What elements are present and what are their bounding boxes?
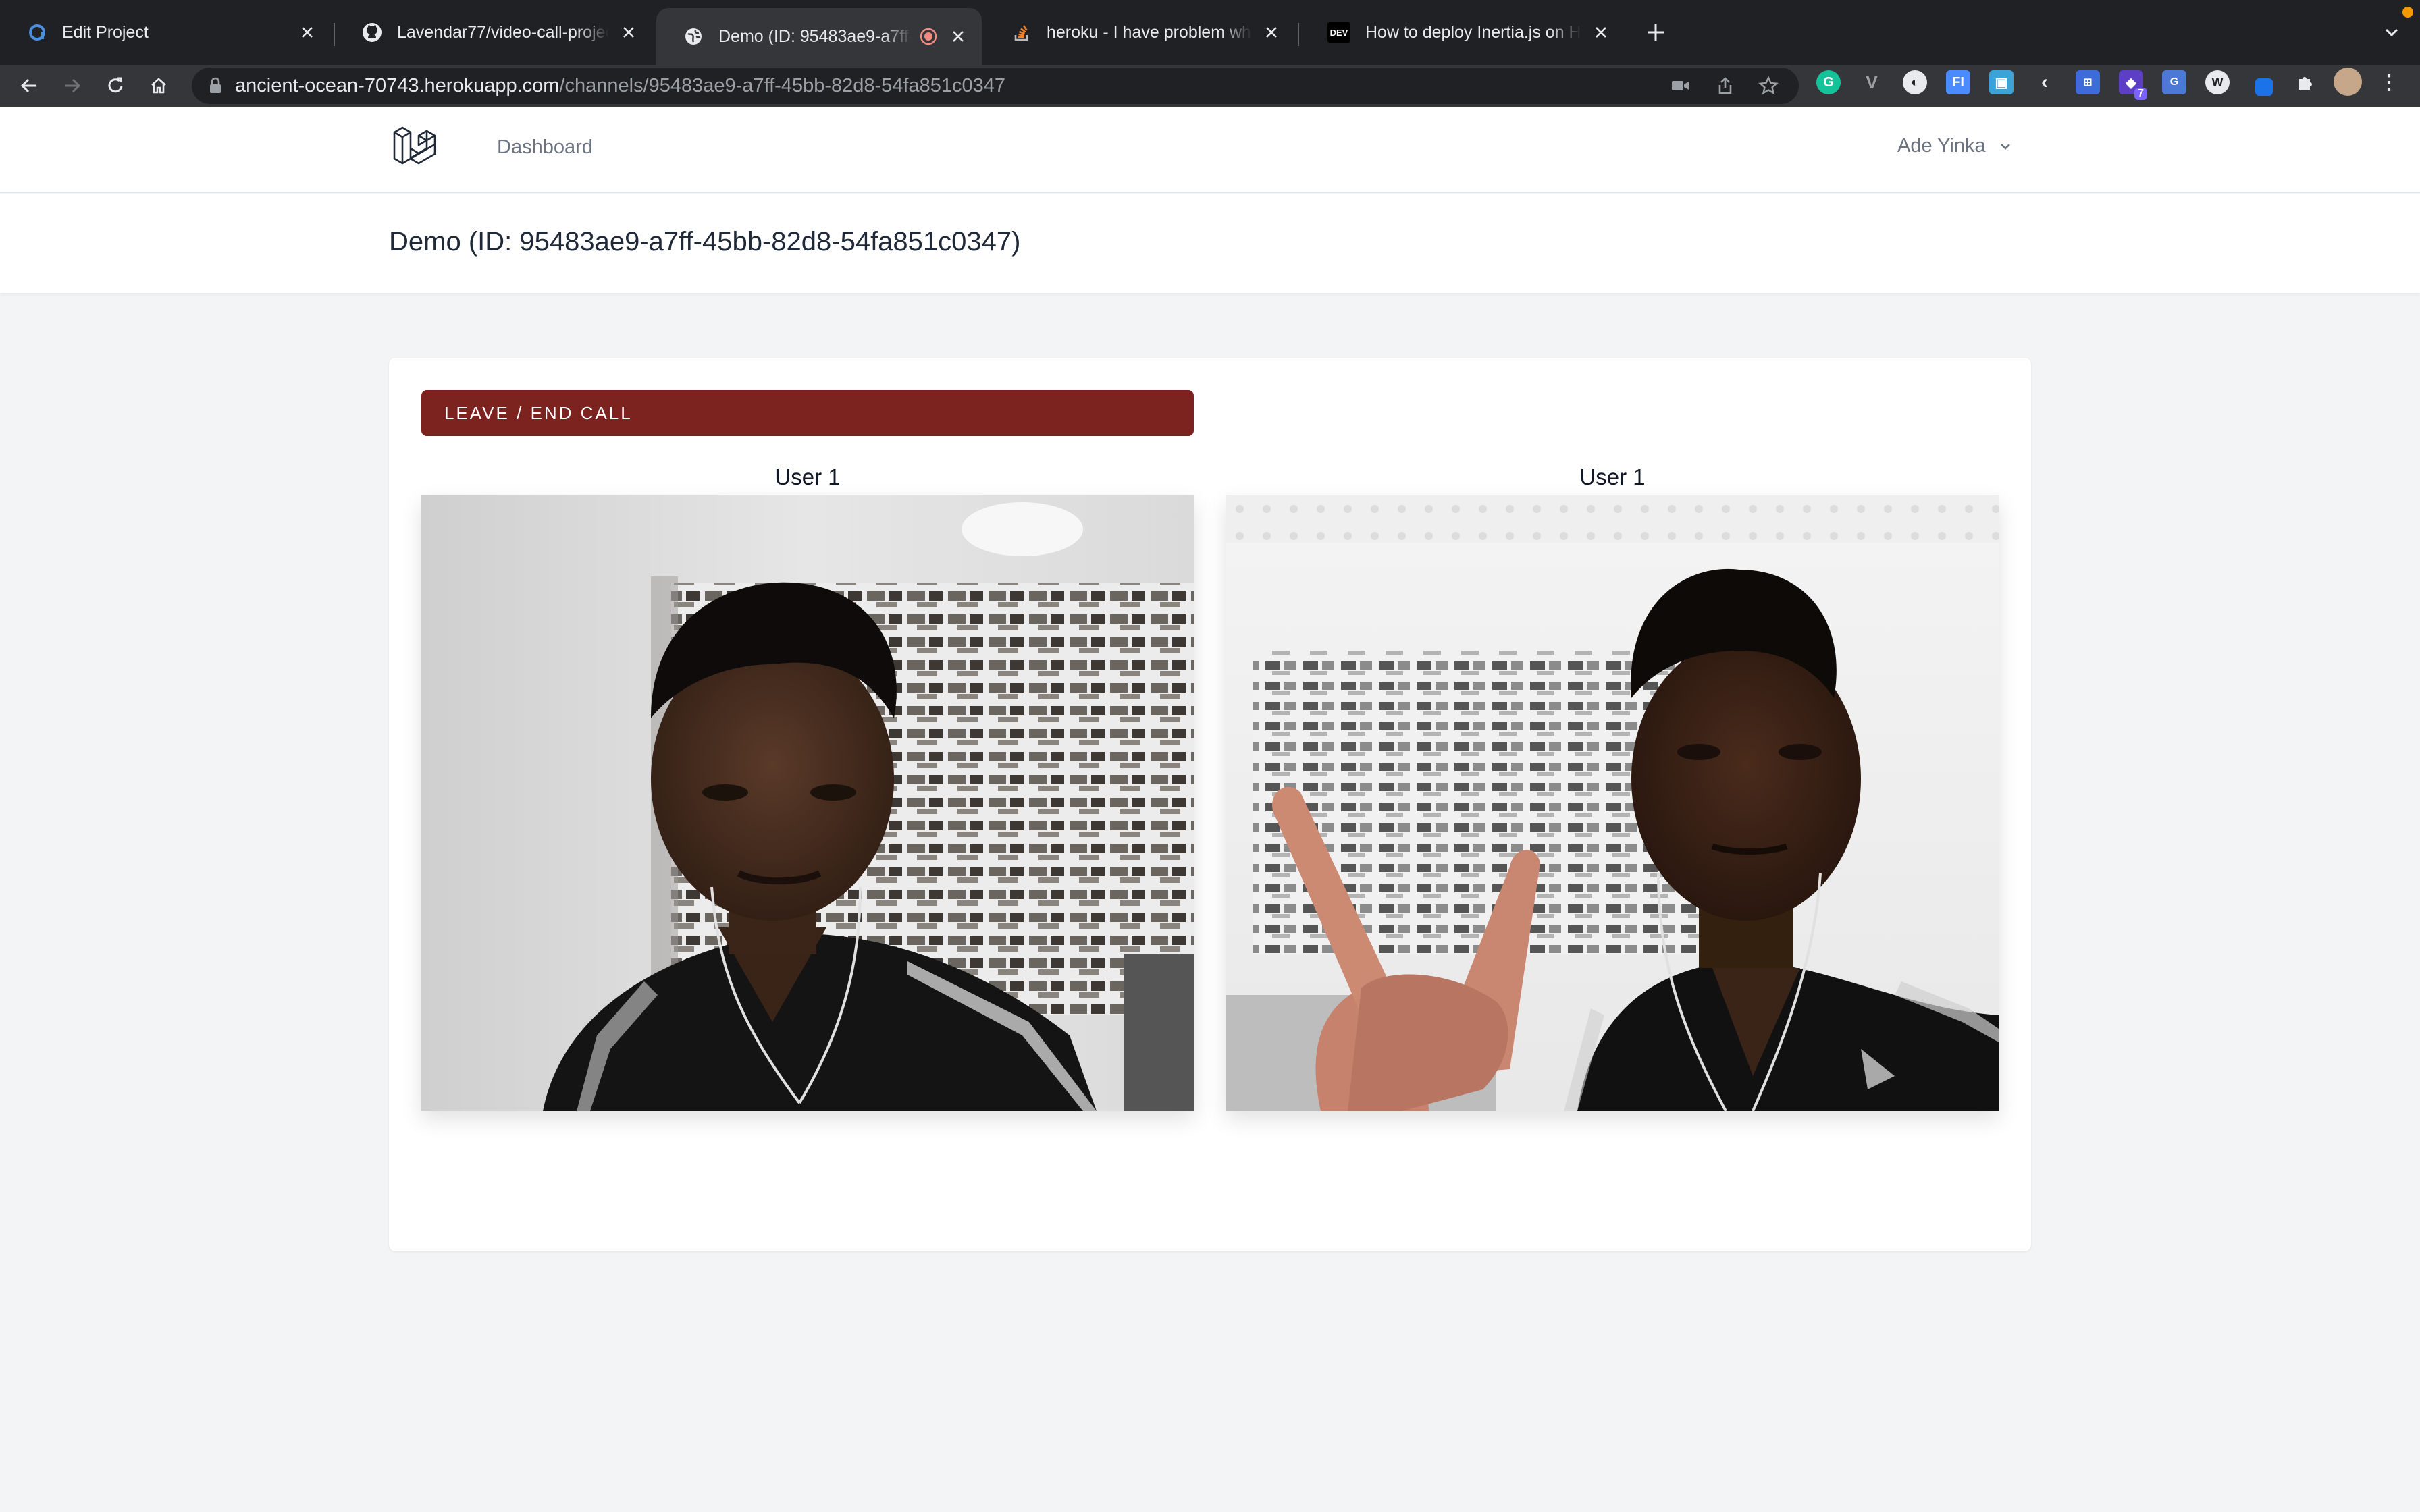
bookmark-star-icon[interactable] [1758, 76, 1779, 96]
url-path: /channels/95483ae9-a7ff-45bb-82d8-54fa85… [559, 75, 1006, 97]
address-bar[interactable]: ancient-ocean-70743.herokuapp.com/channe… [192, 68, 1799, 104]
back-arrow-icon[interactable] [14, 70, 45, 101]
laravel-logo-icon[interactable] [392, 124, 438, 173]
browser-tab-stackoverflow[interactable]: heroku - I have problem when deploying [984, 8, 1295, 57]
profile-avatar-icon[interactable] [2334, 68, 2362, 96]
chevron-left-extension-icon[interactable]: ‹ [2032, 70, 2057, 94]
screen-capture-extension-icon[interactable]: ▣ [1989, 70, 2014, 94]
extension-badge: 7 [2134, 88, 2147, 100]
chevron-down-icon [1998, 139, 2013, 154]
browser-tab-edit-project[interactable]: Edit Project [0, 8, 331, 57]
tab-search-chevron-icon[interactable] [2377, 18, 2406, 47]
leave-end-call-button[interactable]: LEAVE / END CALL [421, 390, 1194, 436]
address-url[interactable]: ancient-ocean-70743.herokuapp.com/channe… [235, 68, 1005, 104]
participant-label: User 1 [774, 464, 841, 489]
tab-title: Edit Project [62, 22, 149, 42]
video-stream-remote[interactable] [1226, 495, 1999, 1111]
page-viewport: Dashboard Ade Yinka Demo (ID: 95483ae9-a… [0, 107, 2420, 1512]
app-navbar: Dashboard Ade Yinka [0, 107, 2420, 193]
user-name: Ade Yinka [1897, 135, 1986, 157]
notification-dot-icon [2402, 7, 2413, 18]
browser-tab-github[interactable]: Lavendar77/video-call-project [335, 8, 652, 57]
recording-icon [918, 26, 939, 47]
browser-tab-demo-active[interactable]: Demo (ID: 95483ae9-a7ff-45bb-82d8-54fa85… [656, 8, 982, 65]
grammarly-extension-icon[interactable]: G [1816, 70, 1841, 94]
close-icon[interactable] [297, 22, 317, 43]
github-icon [362, 22, 382, 43]
google-translate-extension-icon[interactable]: G [2162, 70, 2186, 94]
lock-icon[interactable] [208, 77, 223, 98]
video-tile-local: User 1 [421, 452, 1194, 1138]
page-header: Demo (ID: 95483ae9-a7ff-45bb-82d8-54fa85… [0, 194, 2420, 293]
more-menu-icon[interactable]: ⋮ [2377, 70, 2401, 94]
browser-tab-bar: Edit Project Lavendar77/video-call-proje… [0, 0, 2420, 65]
browser-toolbar: ancient-ocean-70743.herokuapp.com/channe… [0, 65, 2420, 107]
call-card: LEAVE / END CALL User 1 User 1 [389, 358, 2031, 1251]
browser-tab-dev[interactable]: DEV How to deploy Inertia.js on Heroku [1300, 8, 1625, 57]
user-menu-dropdown[interactable]: Ade Yinka [1897, 135, 2013, 157]
close-icon[interactable] [948, 26, 968, 47]
page-title: Demo (ID: 95483ae9-a7ff-45bb-82d8-54fa85… [389, 227, 1021, 256]
video-stream-local[interactable] [421, 495, 1194, 1111]
video-tile-remote: User 1 [1226, 452, 1999, 1138]
fi-extension-icon[interactable]: FI [1946, 70, 1970, 94]
camera-in-use-icon[interactable] [1671, 76, 1691, 96]
blue-square-extension-icon[interactable] [2255, 78, 2273, 96]
tab-title: How to deploy Inertia.js on Heroku [1365, 22, 1581, 42]
new-tab-plus-icon[interactable] [1641, 18, 1671, 47]
dark-mode-extension-icon[interactable]: ◐ [1903, 70, 1927, 94]
puzzle-extensions-icon[interactable] [2293, 70, 2317, 94]
close-icon[interactable] [619, 22, 639, 43]
url-host: ancient-ocean-70743.herokuapp.com [235, 75, 560, 97]
tab-title: heroku - I have problem when deploying [1047, 22, 1252, 42]
close-icon[interactable] [1591, 22, 1611, 43]
nav-link-dashboard[interactable]: Dashboard [497, 136, 593, 159]
globe-icon [683, 26, 704, 47]
close-icon[interactable] [1261, 22, 1282, 43]
w-extension-icon[interactable]: W [2205, 70, 2230, 94]
stack-extension-icon[interactable]: ◆ 7 [2119, 70, 2147, 100]
participant-label: User 1 [1579, 464, 1646, 489]
reload-icon[interactable] [100, 70, 131, 101]
forward-arrow-icon[interactable] [57, 70, 88, 101]
tab-title: Lavendar77/video-call-project [397, 22, 609, 42]
stackoverflow-icon [1011, 22, 1032, 43]
share-icon[interactable] [1715, 76, 1735, 96]
dev-icon: DEV [1327, 22, 1350, 43]
app-icon [27, 22, 47, 43]
tab-title: Demo (ID: 95483ae9-a7ff-45bb-82d8-54fa85… [718, 26, 912, 46]
vue-devtools-extension-icon[interactable]: V [1860, 70, 1884, 94]
home-icon[interactable] [143, 70, 174, 101]
tab-separator [1298, 23, 1299, 46]
translate-extension-icon[interactable]: ⊞ [2076, 70, 2100, 94]
